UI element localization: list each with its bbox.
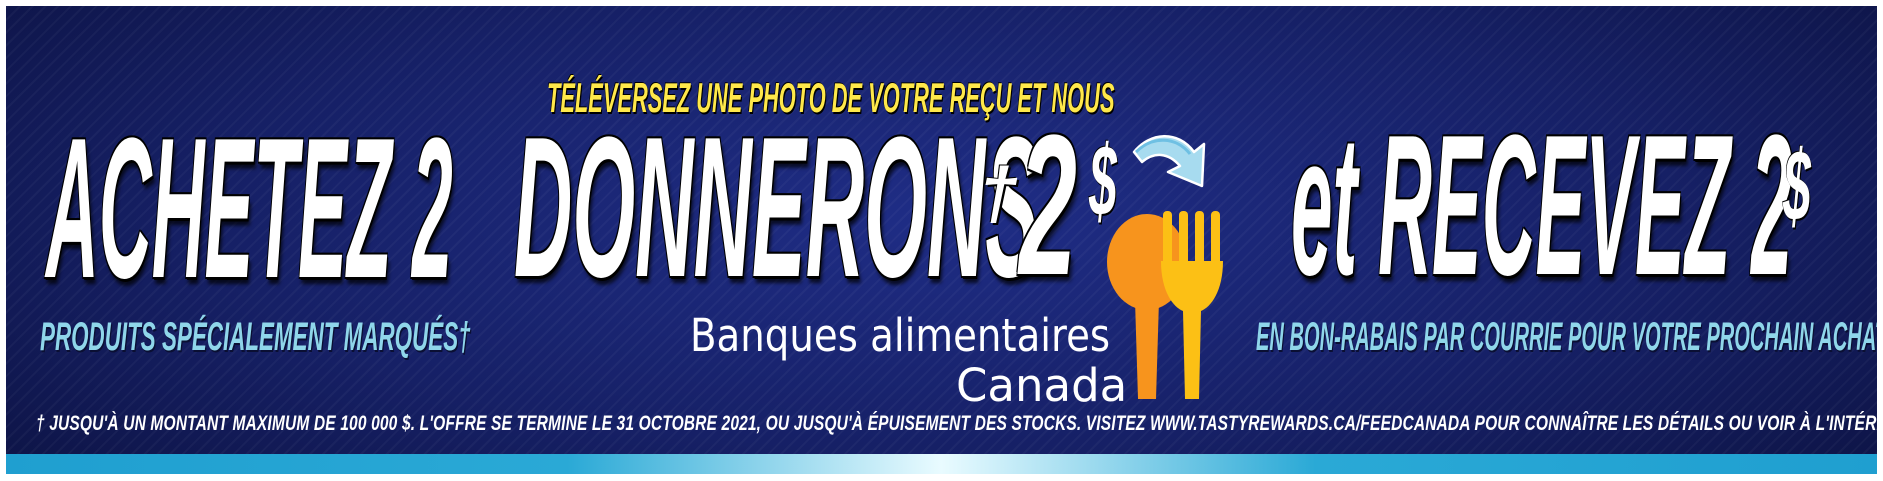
headline-receive: et RECEVEZ 2 <box>1291 94 1793 317</box>
bottom-stripe <box>6 454 1877 474</box>
fork-icon <box>1161 211 1223 399</box>
headline-receive-dollar: $ <box>1783 130 1811 242</box>
headline-donate: DONNERONS <box>514 96 1040 319</box>
headline-dagger: † <box>978 154 1019 234</box>
headline-donate-amount: 2 <box>1019 94 1077 317</box>
logo-text-line2: Canada <box>956 359 1128 412</box>
footnote: † JUSQU'À UN MONTANT MAXIMUM DE 100 000 … <box>36 412 1877 435</box>
headline-buy: ACHETEZ 2 <box>46 97 453 320</box>
promo-banner: TÉLÉVERSEZ UNE PHOTO DE VOTRE REÇU ET NO… <box>6 6 1877 474</box>
logo-text-line1: Banques alimentaires <box>690 309 1111 362</box>
curved-arrow-icon <box>1132 135 1206 188</box>
left-subtitle: PRODUITS SPÉCIALEMENT MARQUÉS† <box>40 315 471 359</box>
right-subtitle: EN BON-RABAIS PAR COURRIE POUR VOTRE PRO… <box>1256 315 1877 359</box>
